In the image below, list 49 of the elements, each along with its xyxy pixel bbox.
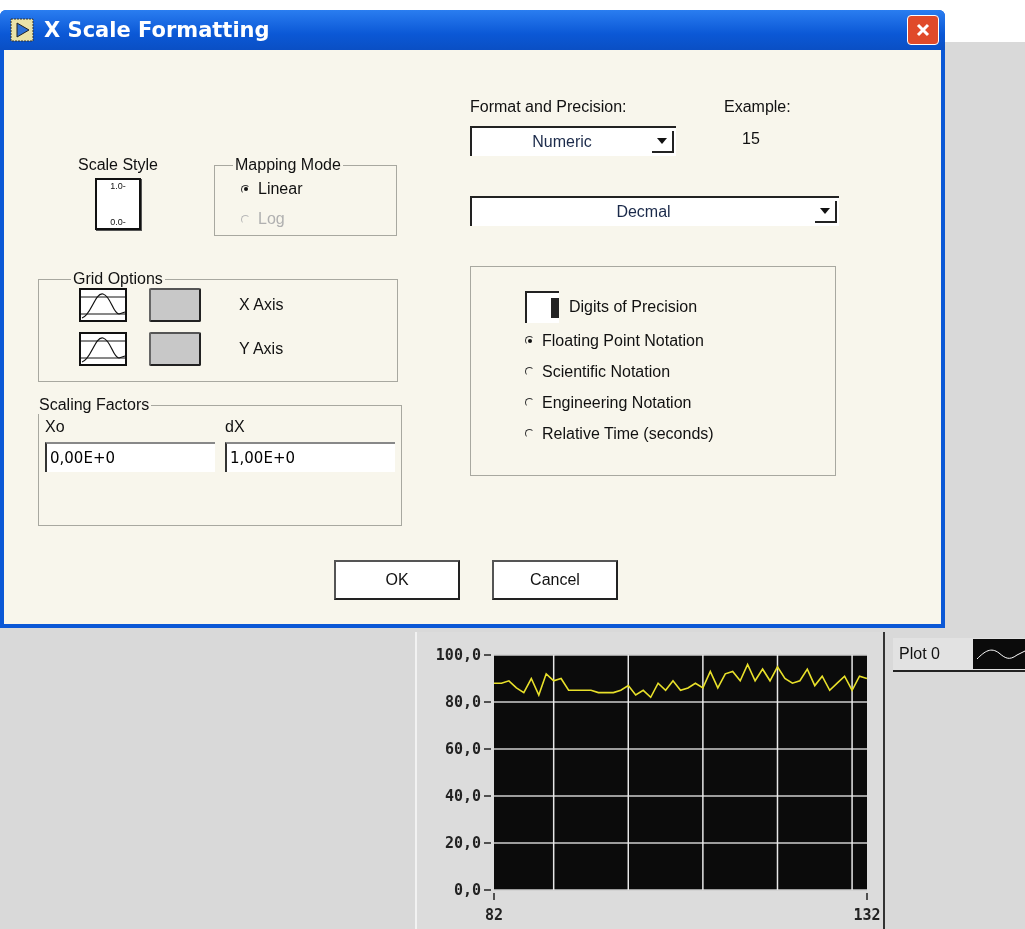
- dialog-button[interactable]: OK: [334, 560, 460, 600]
- radio-label: Relative Time (seconds): [542, 424, 714, 443]
- tick-label: 80,0: [444, 693, 481, 711]
- tick-label: 60,0: [444, 740, 481, 758]
- radio-label: Log: [258, 210, 285, 228]
- grid-color-swatch[interactable]: [149, 332, 201, 366]
- field-label: dX: [225, 418, 246, 436]
- group-label: Scaling Factors: [38, 396, 151, 414]
- radio-option[interactable]: Engineering Notation: [525, 387, 835, 418]
- axis-label: X Axis: [239, 296, 284, 314]
- group-label: Grid Options: [72, 270, 164, 288]
- radio-label: Scientific Notation: [542, 362, 671, 381]
- field-label: Xo: [45, 418, 66, 436]
- radio-option[interactable]: Relative Time (seconds): [525, 418, 835, 449]
- group-label: Mapping Mode: [234, 156, 342, 174]
- grid-style-icon[interactable]: [79, 332, 127, 366]
- tick-label: 20,0: [444, 834, 481, 852]
- representation-dropdown[interactable]: Decmal: [470, 196, 839, 226]
- app-icon: [10, 18, 34, 42]
- example-label: Example:: [724, 98, 791, 116]
- radio-label: Linear: [258, 180, 303, 198]
- caret-icon: [657, 138, 667, 144]
- format-label: Format and Precision:: [470, 98, 628, 116]
- window-title: X Scale Formatting: [44, 18, 270, 42]
- radio-option[interactable]: Scientific Notation: [525, 356, 835, 387]
- radio-option[interactable]: Floating Point Notation: [525, 325, 835, 356]
- close-button[interactable]: [907, 15, 939, 45]
- grid-style-icon[interactable]: [79, 288, 127, 322]
- radio-option[interactable]: Linear: [241, 174, 388, 204]
- number-field[interactable]: 1,00E+0: [225, 442, 395, 472]
- plot-legend[interactable]: Plot 0: [893, 638, 1025, 672]
- radio-label: Floating Point Notation: [542, 331, 704, 350]
- scale-style-button[interactable]: 1.0- 0.0-: [95, 178, 141, 230]
- format-dropdown[interactable]: Numeric: [470, 126, 676, 156]
- precision-field[interactable]: [525, 291, 559, 323]
- example-value: 15: [741, 130, 761, 148]
- radio-label: Engineering Notation: [542, 393, 692, 412]
- number-field[interactable]: 0,00E+0: [45, 442, 215, 472]
- scale-style-label: Scale Style: [77, 156, 158, 174]
- dialog-button[interactable]: Cancel: [492, 560, 618, 600]
- caret-icon: [820, 208, 830, 214]
- tick-label: 40,0: [444, 787, 481, 805]
- axis-label: Y Axis: [239, 340, 284, 358]
- tick-label: 0,0: [453, 881, 481, 899]
- grid-color-swatch[interactable]: [149, 288, 201, 322]
- precision-label: Digits of Precision: [569, 298, 698, 316]
- tick-label: 132: [853, 906, 881, 924]
- tick-label: 82: [484, 906, 504, 924]
- tick-label: 100,0: [435, 646, 481, 664]
